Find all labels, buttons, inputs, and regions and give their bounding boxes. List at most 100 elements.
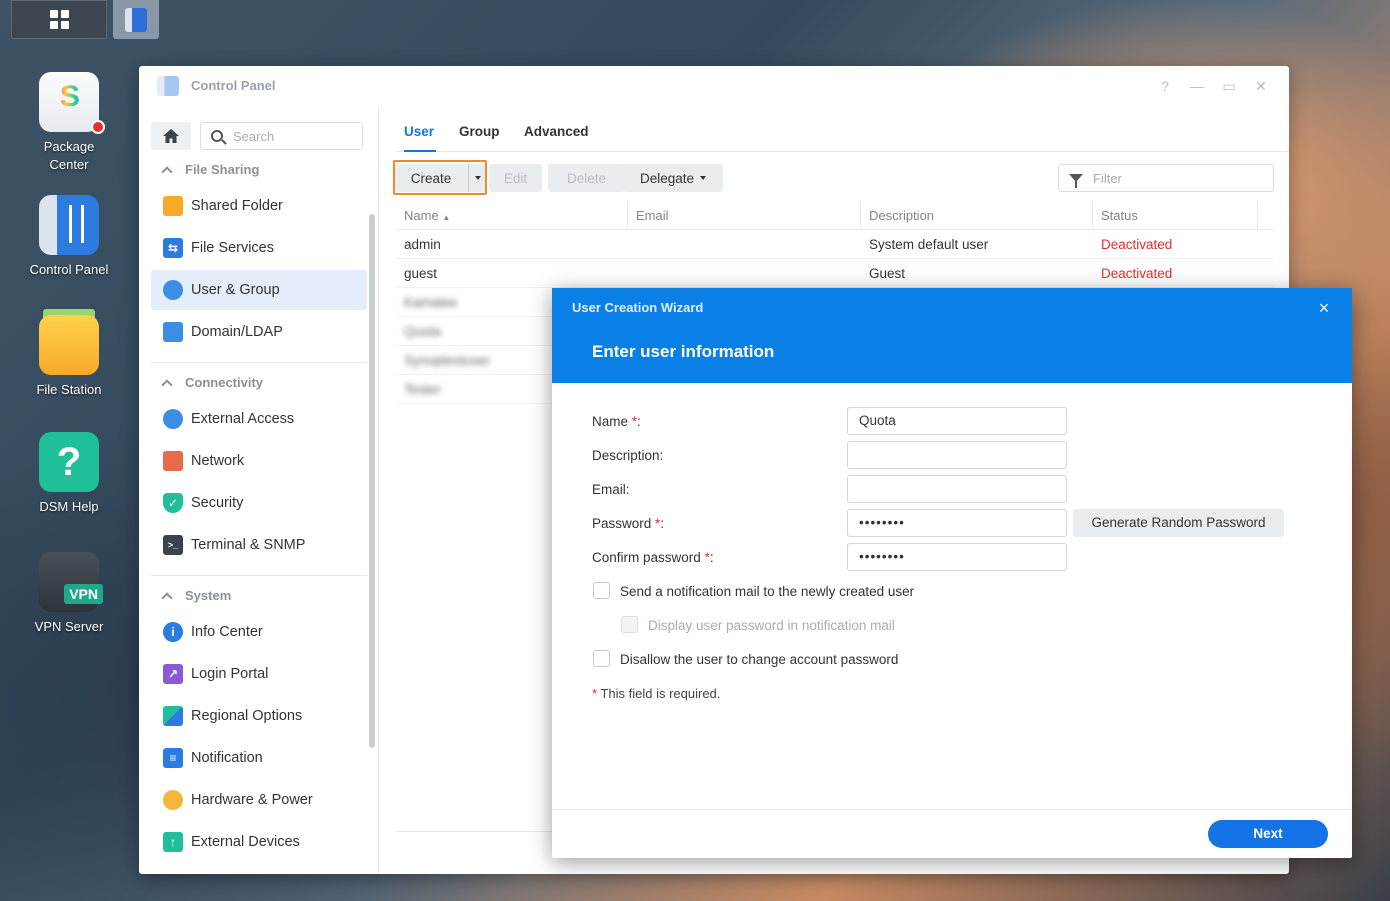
desktop-icon-dsm-help[interactable]: ? DSM Help [14, 432, 124, 516]
sidebar-item-external-access[interactable]: External Access [151, 399, 367, 439]
sidebar-item-login-portal[interactable]: ↗ Login Portal [151, 654, 367, 694]
sidebar-item-label: Login Portal [191, 666, 269, 682]
info-icon: i [163, 622, 183, 642]
sidebar-item-security[interactable]: ✓ Security [151, 483, 367, 523]
delegate-label: Delegate [639, 170, 695, 186]
help-button[interactable]: ? [1155, 76, 1175, 96]
column-header-status[interactable]: Status [1093, 202, 1258, 230]
sidebar-item-info-center[interactable]: i Info Center [151, 612, 367, 652]
column-header-description[interactable]: Description [861, 202, 1093, 230]
close-button[interactable]: ✕ [1251, 76, 1271, 96]
vpn-server-icon: VPN [39, 552, 103, 612]
chevron-up-icon [161, 378, 173, 391]
sidebar-item-file-services[interactable]: ⇆ File Services [151, 228, 367, 268]
filter-icon [1069, 174, 1083, 188]
sidebar-scrollbar[interactable] [369, 214, 375, 748]
sidebar-item-terminal-snmp[interactable]: >_ Terminal & SNMP [151, 525, 367, 565]
wizard-close-button[interactable]: × [1314, 298, 1334, 318]
table-row[interactable]: guest Guest Deactivated [396, 259, 1274, 288]
home-button[interactable] [151, 122, 191, 150]
filter-input[interactable]: Filter [1058, 164, 1274, 192]
confirm-password-label: Confirm password *: [592, 550, 714, 565]
window-title: Control Panel [191, 78, 276, 93]
next-button[interactable]: Next [1208, 820, 1328, 848]
wizard-footer-divider [552, 809, 1352, 810]
desktop-icon-vpn-server[interactable]: VPN VPN Server [14, 552, 124, 636]
column-header-email[interactable]: Email [628, 202, 861, 230]
wizard-header[interactable]: User Creation Wizard × Enter user inform… [552, 288, 1352, 383]
create-highlight [393, 160, 487, 195]
sidebar-item-network[interactable]: Network [151, 441, 367, 481]
table-row[interactable]: admin System default user Deactivated [396, 230, 1274, 259]
regional-options-icon [163, 706, 183, 726]
required-field-note: * This field is required. [592, 686, 721, 701]
control-panel-icon [157, 76, 179, 96]
sidebar-item-label: Security [191, 495, 244, 511]
column-header-name[interactable]: Name ▲ [396, 202, 628, 230]
tab-user[interactable]: User [404, 124, 434, 139]
active-tab-indicator [404, 150, 436, 152]
domain-ldap-icon [163, 322, 183, 342]
sidebar-item-label: Domain/LDAP [191, 324, 283, 340]
sidebar: Search File Sharing Shared Folder ⇆ File … [139, 106, 379, 874]
window-header[interactable]: Control Panel ? — ▭ ✕ [139, 66, 1289, 106]
name-field[interactable]: Quota [847, 407, 1067, 435]
sidebar-search-input[interactable]: Search [200, 122, 363, 150]
edit-button[interactable]: Edit [489, 164, 542, 192]
sidebar-item-label: Hardware & Power [191, 792, 313, 808]
tab-advanced[interactable]: Advanced [524, 124, 589, 139]
cell-email [628, 259, 636, 288]
sidebar-item-user-group[interactable]: User & Group [151, 270, 367, 310]
user-table-header: Name ▲ Email Description Status [396, 202, 1274, 230]
filter-placeholder: Filter [1093, 170, 1122, 186]
description-label: Description: [592, 448, 664, 463]
cell-description: Guest [869, 266, 906, 281]
desktop-icon-package-center[interactable]: S Package Center [14, 72, 124, 174]
display-password-label: Display user password in notification ma… [648, 618, 895, 633]
desktop-icon-file-station[interactable]: File Station [14, 309, 124, 399]
tab-group[interactable]: Group [459, 124, 500, 139]
shield-icon: ✓ [163, 493, 183, 513]
chevron-down-icon [700, 176, 707, 180]
generate-random-password-button[interactable]: Generate Random Password [1073, 509, 1284, 537]
user-group-icon [163, 280, 183, 300]
delegate-button[interactable]: Delegate [623, 164, 723, 192]
disallow-change-checkbox[interactable] [593, 650, 610, 667]
taskbar-control-panel-button[interactable] [113, 0, 159, 39]
cell-email [628, 230, 636, 259]
main-menu-button[interactable] [11, 0, 107, 39]
description-field[interactable] [847, 441, 1067, 469]
email-field[interactable] [847, 475, 1067, 503]
delete-button[interactable]: Delete [548, 164, 625, 192]
sidebar-item-external-devices[interactable]: ↑ External Devices [151, 822, 367, 862]
sidebar-item-label: User & Group [191, 282, 280, 298]
tab-divider [396, 151, 1289, 152]
desktop-icon-label: VPN Server [34, 619, 104, 634]
sidebar-item-domain-ldap[interactable]: Domain/LDAP [151, 312, 367, 352]
cell-name: Kamalee [404, 295, 458, 310]
section-divider [151, 362, 367, 363]
section-header-file-sharing[interactable]: File Sharing [161, 162, 259, 178]
sidebar-item-notification[interactable]: ≡ Notification [151, 738, 367, 778]
send-mail-checkbox[interactable] [593, 582, 610, 599]
password-label: Password *: [592, 516, 665, 531]
cell-name: guest [404, 266, 438, 281]
maximize-button[interactable]: ▭ [1219, 76, 1239, 96]
sidebar-item-label: External Devices [191, 834, 300, 850]
sidebar-item-regional-options[interactable]: Regional Options [151, 696, 367, 736]
sidebar-item-shared-folder[interactable]: Shared Folder [151, 186, 367, 226]
minimize-button[interactable]: — [1187, 76, 1207, 96]
sidebar-item-label: Notification [191, 750, 263, 766]
password-field[interactable]: •••••••• [847, 509, 1067, 537]
display-password-checkbox[interactable] [621, 616, 638, 633]
sidebar-item-label: Terminal & SNMP [191, 537, 306, 553]
login-portal-icon: ↗ [163, 664, 183, 684]
notification-icon: ≡ [163, 748, 183, 768]
section-header-system[interactable]: System [161, 588, 231, 604]
section-title: Connectivity [185, 375, 264, 390]
section-header-connectivity[interactable]: Connectivity [161, 375, 264, 391]
desktop-icon-label: DSM Help [39, 499, 99, 514]
sidebar-item-hardware-power[interactable]: Hardware & Power [151, 780, 367, 820]
confirm-password-field[interactable]: •••••••• [847, 543, 1067, 571]
desktop-icon-control-panel[interactable]: Control Panel [14, 195, 124, 279]
